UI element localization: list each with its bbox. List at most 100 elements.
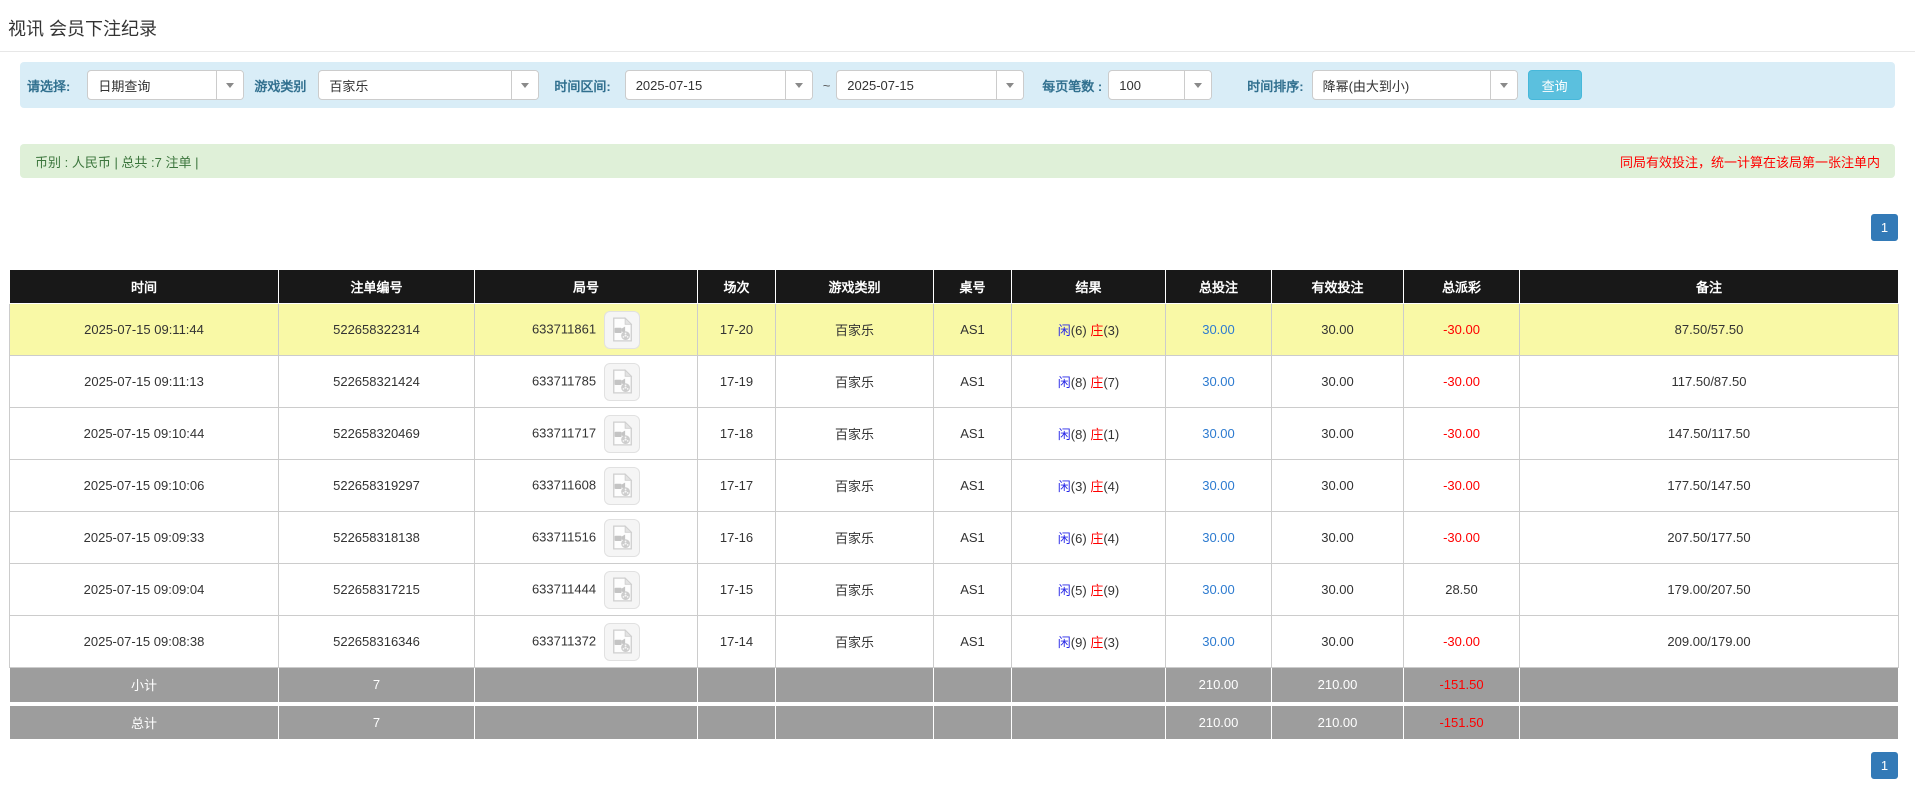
cell-remark: 87.50/57.50 — [1519, 303, 1899, 356]
cell-table-no: AS1 — [933, 303, 1012, 356]
result-banker-score: (4) — [1103, 479, 1120, 494]
video-record-button[interactable] — [604, 466, 641, 505]
cell-remark: 147.50/117.50 — [1519, 407, 1899, 460]
video-record-button[interactable] — [604, 570, 641, 609]
cell-bet-id: 522658316346 — [278, 615, 475, 668]
currency-summary-bar: 币别 : 人民币 | 总共 :7 注单 | 同局有效投注，统一计算在该局第一张注… — [20, 144, 1895, 178]
result-banker-label: 庄 — [1090, 427, 1104, 442]
query-type-select[interactable]: 日期查询 — [87, 70, 245, 100]
cell-total-bet-link[interactable]: 30.00 — [1165, 563, 1272, 616]
result-player-score: (9) — [1070, 635, 1087, 650]
date-from-select[interactable]: 2025-07-15 — [624, 70, 813, 100]
pagination-top: 1 — [0, 214, 1898, 241]
video-record-button[interactable] — [604, 362, 641, 401]
date-to-select[interactable]: 2025-07-15 — [836, 70, 1025, 100]
game-type-label: 游戏类别 — [254, 78, 307, 94]
cell-game-type: 百家乐 — [775, 563, 934, 616]
cell-valid-bet: 30.00 — [1271, 407, 1404, 460]
cell-remark: 207.50/177.50 — [1519, 511, 1899, 564]
page-1-button[interactable]: 1 — [1871, 214, 1898, 241]
result-banker-score: (1) — [1103, 427, 1120, 442]
cell-total-bet-link[interactable]: 30.00 — [1165, 303, 1272, 356]
per-page-select[interactable]: 100 — [1108, 70, 1213, 100]
header-time: 时间 — [9, 269, 279, 304]
cell-table-no: AS1 — [933, 511, 1012, 564]
cell-total-bet-link[interactable]: 30.00 — [1165, 615, 1272, 668]
grand-total-payout: -151.50 — [1403, 701, 1520, 740]
cell-round-id: 633711717 — [474, 407, 698, 460]
video-file-icon — [612, 473, 632, 498]
result-banker-label: 庄 — [1090, 375, 1104, 390]
cell-bet-id: 522658318138 — [278, 511, 475, 564]
cell-total-bet-link[interactable]: 30.00 — [1165, 459, 1272, 512]
cell-valid-bet: 30.00 — [1271, 355, 1404, 408]
round-id-value: 633711785 — [531, 372, 597, 388]
round-id-value: 633711608 — [531, 476, 597, 492]
page-1-button[interactable]: 1 — [1871, 752, 1898, 779]
search-button[interactable]: 查询 — [1527, 70, 1582, 100]
cell-total-bet-link[interactable]: 30.00 — [1165, 355, 1272, 408]
table-row: 2025-07-15 09:09:33 522658318138 6337115… — [9, 511, 1899, 564]
cell-session: 17-20 — [697, 303, 776, 356]
chevron-down-icon[interactable] — [1489, 71, 1517, 99]
cell-total-bet-link[interactable]: 30.00 — [1165, 407, 1272, 460]
result-banker-label: 庄 — [1090, 531, 1104, 546]
game-type-value: 百家乐 — [329, 78, 369, 94]
cell-table-no: AS1 — [933, 355, 1012, 408]
time-range-label: 时间区间: — [554, 78, 611, 94]
chevron-down-icon[interactable] — [996, 71, 1024, 99]
video-record-button[interactable] — [604, 622, 641, 661]
cell-table-no: AS1 — [933, 459, 1012, 512]
cell-time: 2025-07-15 09:10:44 — [9, 407, 279, 460]
cell-round-id: 633711785 — [474, 355, 698, 408]
result-banker-score: (9) — [1103, 583, 1120, 598]
cell-time: 2025-07-15 09:11:13 — [9, 355, 279, 408]
cell-game-type: 百家乐 — [775, 615, 934, 668]
chevron-down-icon[interactable] — [216, 71, 244, 99]
chevron-down-icon[interactable] — [511, 71, 539, 99]
result-banker-label: 庄 — [1090, 479, 1104, 494]
video-record-button[interactable] — [604, 310, 641, 349]
chevron-down-icon[interactable] — [1184, 71, 1212, 99]
video-record-button[interactable] — [604, 414, 641, 453]
round-id-value: 633711717 — [531, 424, 597, 440]
chevron-down-icon[interactable] — [784, 71, 812, 99]
result-player-score: (5) — [1070, 583, 1087, 598]
grand-total-count: 7 — [278, 701, 475, 740]
grand-total-label: 总计 — [9, 701, 279, 740]
cell-game-type: 百家乐 — [775, 511, 934, 564]
cell-game-type: 百家乐 — [775, 303, 934, 356]
cell-time: 2025-07-15 09:09:04 — [9, 563, 279, 616]
page-title: 视讯 会员下注纪录 — [0, 0, 1915, 52]
result-banker-score: (7) — [1103, 375, 1120, 390]
cell-result: 闲(6) 庄(4) — [1011, 511, 1166, 564]
video-file-icon — [612, 629, 632, 654]
cell-round-id: 633711516 — [474, 511, 698, 564]
filter-bar: 请选择: 日期查询 游戏类别 百家乐 时间区间: 2025-07-15 ~ 20… — [20, 62, 1895, 108]
cell-total-bet-link[interactable]: 30.00 — [1165, 511, 1272, 564]
game-type-select[interactable]: 百家乐 — [318, 70, 540, 100]
subtotal-count: 7 — [278, 667, 475, 704]
video-record-button[interactable] — [604, 518, 641, 557]
table-footer: 小计 7 210.00 210.00 -151.50 总计 7 210.00 2… — [9, 667, 1899, 740]
grand-total-total-bet: 210.00 — [1165, 701, 1272, 740]
video-file-icon — [612, 525, 632, 550]
header-payout: 总派彩 — [1403, 269, 1520, 304]
header-remark: 备注 — [1519, 269, 1899, 304]
cell-result: 闲(6) 庄(3) — [1011, 303, 1166, 356]
cell-time: 2025-07-15 09:11:44 — [9, 303, 279, 356]
round-id-value: 633711444 — [531, 580, 597, 596]
cell-payout: -30.00 — [1403, 459, 1520, 512]
table-row: 2025-07-15 09:10:44 522658320469 6337117… — [9, 407, 1899, 460]
cell-bet-id: 522658322314 — [278, 303, 475, 356]
cell-session: 17-18 — [697, 407, 776, 460]
result-player-score: (8) — [1070, 427, 1087, 442]
table-row: 2025-07-15 09:11:13 522658321424 6337117… — [9, 355, 1899, 408]
result-banker-score: (3) — [1103, 323, 1120, 338]
time-sort-label: 时间排序: — [1247, 78, 1304, 94]
result-player-score: (3) — [1070, 479, 1087, 494]
cell-valid-bet: 30.00 — [1271, 511, 1404, 564]
time-sort-select[interactable]: 降幂(由大到小) — [1311, 70, 1518, 100]
video-file-icon — [612, 317, 632, 342]
header-total-bet: 总投注 — [1165, 269, 1272, 304]
